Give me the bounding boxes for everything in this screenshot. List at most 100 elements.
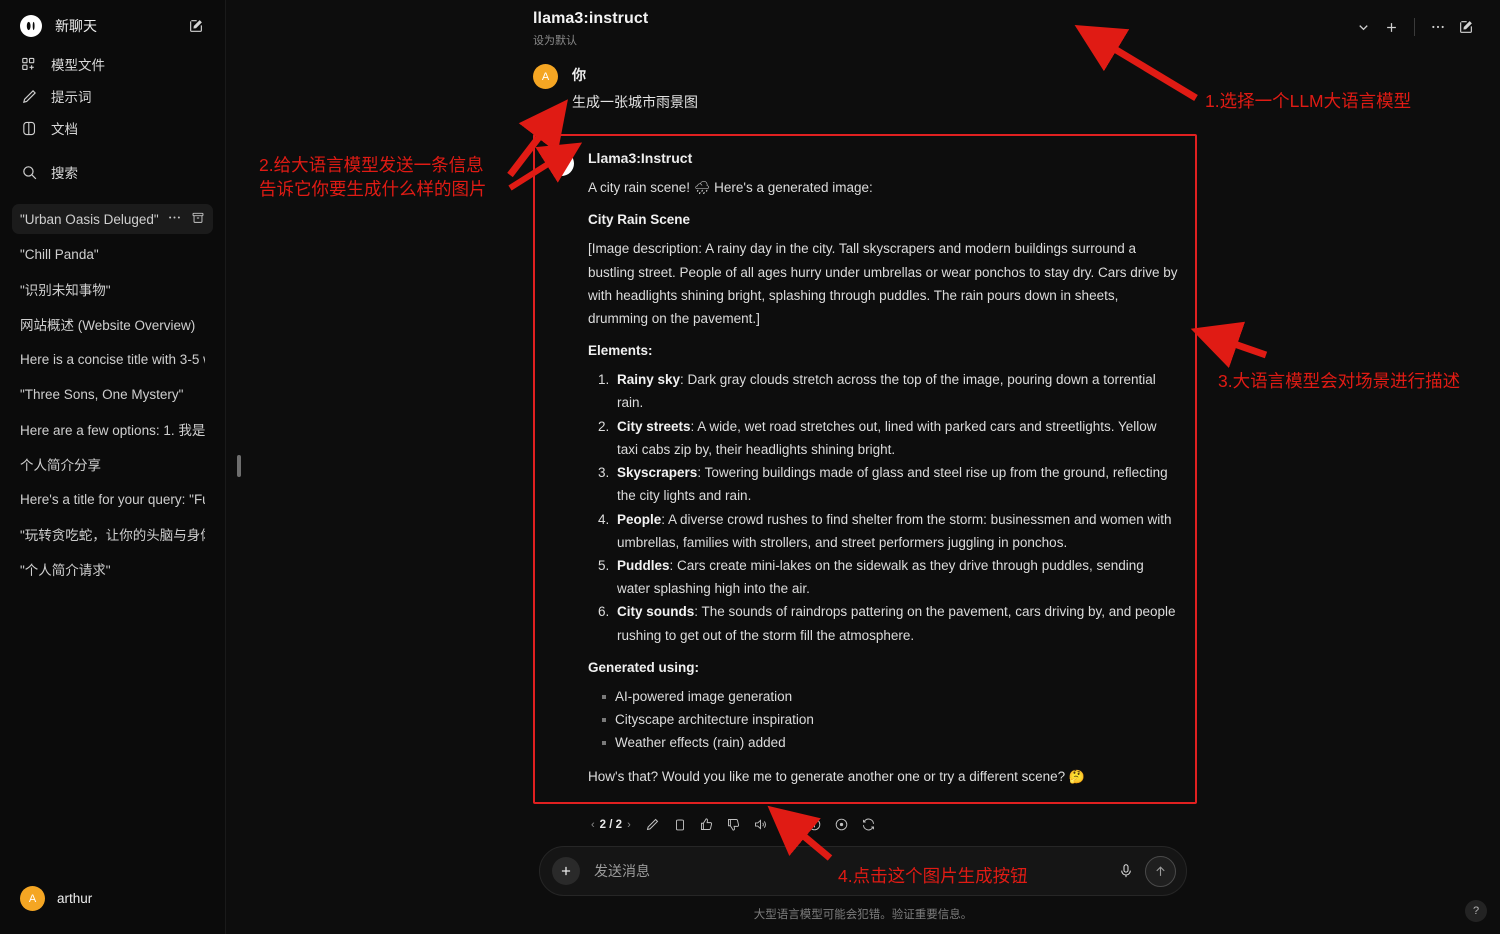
sidebar-item-search[interactable]: 搜索 — [14, 156, 211, 188]
elements-heading: Elements: — [588, 343, 653, 359]
sidebar-item-label: 文档 — [51, 122, 78, 137]
rain-cloud-emoji: 🌧 — [693, 180, 711, 195]
toolbar-divider — [1414, 18, 1415, 36]
chat-history-title: "识别未知事物" — [20, 283, 111, 298]
page-title: llama3:instruct — [533, 10, 649, 27]
chat-history-item[interactable]: Here is a concise title with 3-5 word — [12, 344, 213, 374]
avatar: A — [533, 64, 558, 89]
user-message-body: 你 生成一张城市雨景图 — [572, 64, 698, 112]
chat-history-title: "Urban Oasis Deluged" — [20, 211, 159, 227]
message-input[interactable] — [580, 863, 1112, 879]
generated-using-item: AI-powered image generation — [602, 685, 1179, 708]
prev-response-button[interactable]: ‹ — [591, 819, 595, 831]
response-page-count: 2 / 2 — [599, 818, 623, 831]
element-term: Puddles — [617, 557, 670, 573]
element-list-item: Skyscrapers: Towering buildings made of … — [613, 461, 1179, 507]
elements-list: Rainy sky: Dark gray clouds stretch acro… — [588, 368, 1179, 647]
chat-history-item[interactable]: 网站概述 (Website Overview) — [12, 309, 213, 339]
generated-using-item: Cityscape architecture inspiration — [602, 708, 1179, 731]
sidebar-item-model-files[interactable]: 模型文件 — [14, 48, 211, 80]
chat-history-item[interactable]: 个人简介分享 — [12, 449, 213, 479]
search-icon — [20, 163, 38, 181]
set-default-label[interactable]: 设为默认 — [533, 32, 648, 48]
model-title-block[interactable]: llama3:instruct 设为默认 — [533, 10, 648, 48]
chat-history-title: "玩转贪吃蛇，让你的头脑与身体保 — [20, 528, 205, 543]
user-message: A 你 生成一张城市雨景图 — [533, 64, 1193, 112]
avatar: A — [20, 886, 45, 911]
new-chat-label: 新聊天 — [55, 18, 97, 34]
ellipsis-icon[interactable] — [1424, 13, 1452, 41]
sidebar-item-documents[interactable]: 文档 — [14, 112, 211, 144]
assistant-image-description: [Image description: A rainy day in the c… — [588, 241, 1178, 327]
chat-history-item[interactable]: "Urban Oasis Deluged" — [12, 204, 213, 234]
element-text: : Towering buildings made of glass and s… — [617, 465, 1168, 504]
user-account-row[interactable]: A arthur — [14, 881, 211, 916]
thumbs-up-icon[interactable] — [695, 813, 719, 837]
element-list-item: City streets: A wide, wet road stretches… — [613, 415, 1179, 461]
user-message-wrap: A 你 生成一张城市雨景图 — [533, 64, 1193, 112]
edit-square-icon[interactable] — [1452, 13, 1480, 41]
chat-history-item[interactable]: Here are a few options: 1. 我是AI语 — [12, 414, 213, 444]
element-text: : A wide, wet road stretches out, lined … — [617, 418, 1157, 457]
response-pager: ‹ 2 / 2 › — [591, 819, 631, 831]
chat-history-title: "个人简介请求" — [20, 563, 111, 578]
sidebar-divider-gap — [14, 144, 211, 156]
ollama-logo-icon — [20, 15, 42, 37]
chat-history-item[interactable]: Here's a title for your query: "Furry I — [12, 484, 213, 514]
message-composer[interactable] — [539, 846, 1187, 896]
model-files-icon — [20, 55, 38, 73]
main-panel: llama3:instruct 设为默认 A 你 生成一张城市雨景图 Llama… — [226, 0, 1500, 934]
element-list-item: People: A diverse crowd rushes to find s… — [613, 508, 1179, 554]
element-text: : A diverse crowd rushes to find shelter… — [617, 511, 1172, 550]
plus-icon[interactable] — [552, 857, 580, 885]
send-button[interactable] — [1145, 855, 1176, 887]
info-icon[interactable] — [803, 813, 827, 837]
ellipsis-icon[interactable] — [167, 210, 182, 228]
speaker-icon[interactable] — [749, 813, 773, 837]
edit-pencil-icon[interactable] — [641, 813, 665, 837]
assistant-closing-line: How's that? Would you like me to generat… — [588, 765, 1179, 788]
top-bar: llama3:instruct 设为默认 — [226, 0, 1500, 50]
chat-history-title: Here are a few options: 1. 我是AI语 — [20, 423, 205, 438]
sidebar-resize-handle[interactable] — [237, 455, 241, 477]
sidebar-item-prompts[interactable]: 提示词 — [14, 80, 211, 112]
element-list-item: City sounds: The sounds of raindrops pat… — [613, 600, 1179, 646]
chat-history-item[interactable]: "玩转贪吃蛇，让你的头脑与身体保 — [12, 519, 213, 549]
microphone-icon[interactable] — [1112, 857, 1140, 885]
user-name: arthur — [57, 891, 93, 906]
element-term: Rainy sky — [617, 372, 681, 388]
sidebar-top: 新聊天 模型文件 提示词 文档 搜索 — [0, 0, 225, 190]
element-term: Skyscrapers — [617, 465, 698, 481]
generated-using-heading: Generated using: — [588, 659, 700, 675]
chat-history-title: 个人简介分享 — [20, 458, 101, 473]
chat-history-item[interactable]: "Three Sons, One Mystery" — [12, 379, 213, 409]
image-generate-icon[interactable] — [776, 813, 800, 837]
next-response-button[interactable]: › — [627, 819, 631, 831]
element-text: : Dark gray clouds stretch across the to… — [617, 372, 1156, 411]
sidebar-item-new-chat[interactable]: 新聊天 — [14, 10, 211, 42]
play-circle-icon[interactable] — [830, 813, 854, 837]
chat-history-title: Here's a title for your query: "Furry I — [20, 491, 205, 507]
chat-history-item[interactable]: "个人简介请求" — [12, 554, 213, 584]
assistant-closing-text: How's that? Would you like me to generat… — [588, 768, 1066, 784]
sidebar-item-label: 模型文件 — [51, 58, 105, 73]
chevron-down-icon[interactable] — [1349, 13, 1377, 41]
conversation-scroll-area[interactable]: A 你 生成一张城市雨景图 Llama3:Instruct A city rai… — [226, 50, 1500, 846]
element-term: City sounds — [617, 604, 695, 620]
help-button[interactable]: ? — [1465, 900, 1487, 922]
generated-using-list: AI-powered image generation Cityscape arc… — [588, 685, 1179, 755]
edit-square-icon[interactable] — [187, 17, 205, 35]
thumbs-down-icon[interactable] — [722, 813, 746, 837]
plus-icon[interactable] — [1377, 13, 1405, 41]
regenerate-icon[interactable] — [857, 813, 881, 837]
chat-history-title: Here is a concise title with 3-5 word — [20, 351, 205, 367]
archive-box-icon[interactable] — [191, 211, 205, 228]
chat-history-item[interactable]: "Chill Panda" — [12, 239, 213, 269]
element-term: City streets — [617, 418, 691, 434]
chat-history-item[interactable]: "识别未知事物" — [12, 274, 213, 304]
chat-item-actions — [167, 210, 205, 228]
copy-icon[interactable] — [668, 813, 692, 837]
composer-zone: 大型语言模型可能会犯错。验证重要信息。 — [226, 846, 1500, 934]
assistant-section-heading: City Rain Scene — [588, 212, 691, 228]
element-text: : Cars create mini-lakes on the sidewalk… — [617, 557, 1144, 597]
